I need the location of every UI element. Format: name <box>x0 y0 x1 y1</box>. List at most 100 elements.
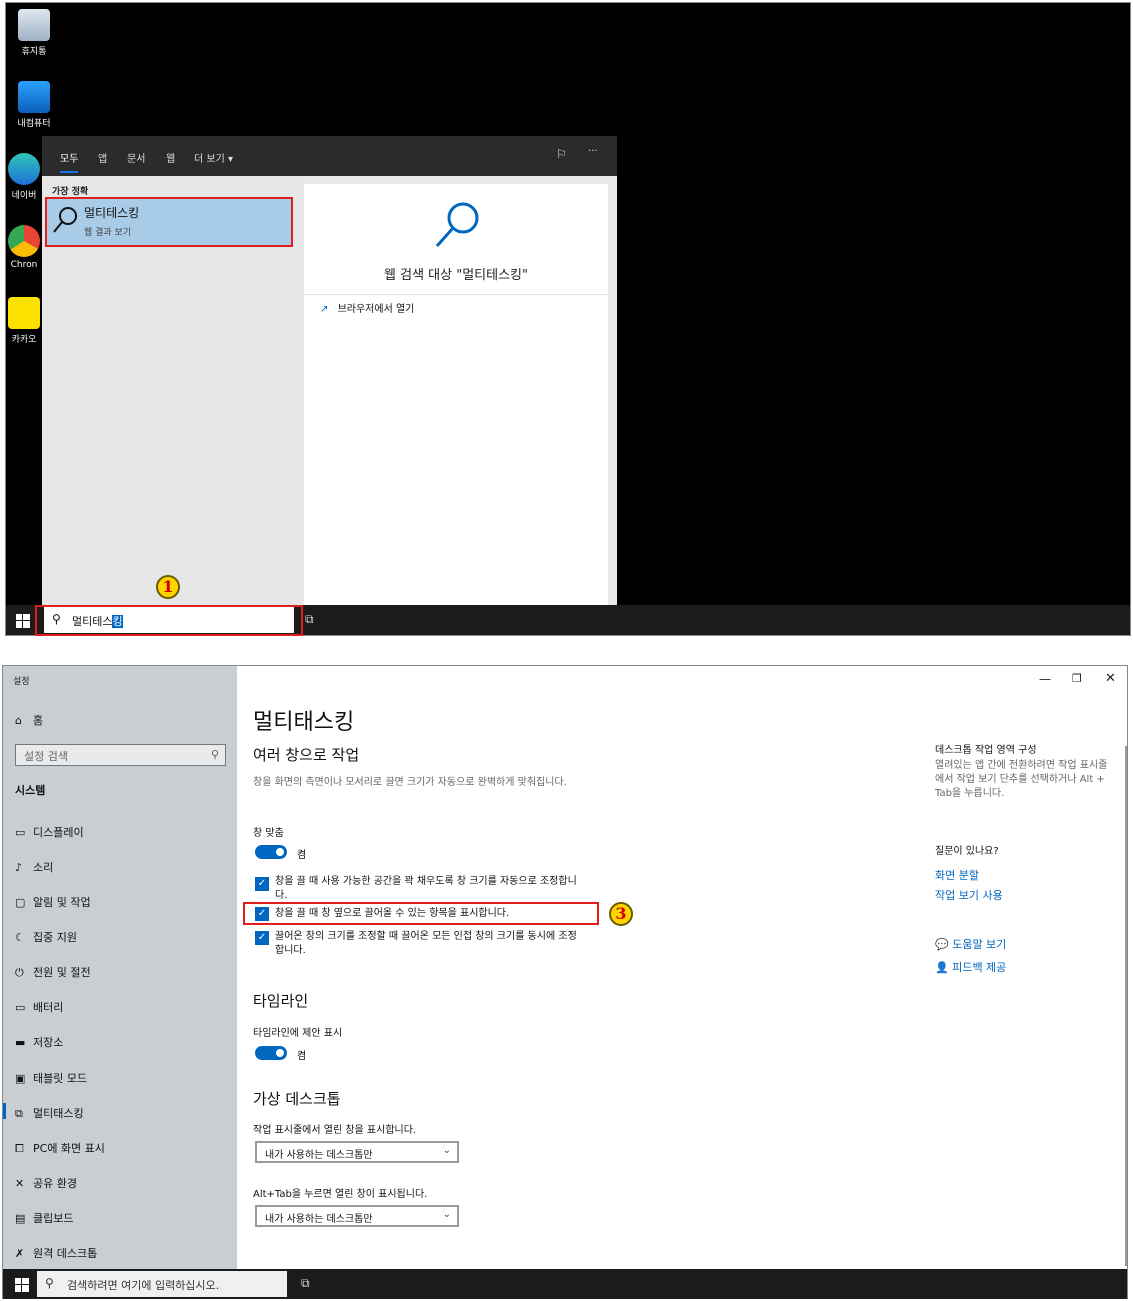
vd-taskbar-label: 작업 표시줄에서 열린 창을 표시합니다. <box>253 1125 417 1136</box>
chevron-down-icon: ⌄ <box>442 1145 451 1156</box>
feedback-link[interactable]: 👤 피드백 제공 <box>935 959 1006 975</box>
timeline-label: 타임라인에 제안 표시 <box>253 1028 343 1039</box>
feedback-icon[interactable]: ⚐ <box>556 147 567 161</box>
sidebar-item-display[interactable]: ▭ 디스플레이 <box>15 824 84 840</box>
page-title: 멀티태스킹 <box>253 710 355 735</box>
active-indicator <box>3 1103 6 1119</box>
chrome-icon <box>8 225 40 257</box>
clipboard-icon: ▤ <box>15 1212 26 1225</box>
computer-icon <box>18 81 50 113</box>
open-in-browser-link[interactable]: ↗ 브라우저에서 열기 <box>320 300 414 315</box>
remote-icon: ✗ <box>15 1247 25 1260</box>
sidebar-item-focus[interactable]: ☾ 집중 지원 <box>15 929 77 945</box>
timeline-toggle-state: 켬 <box>297 1051 307 1062</box>
sidebar-item-notifications[interactable]: ▢ 알림 및 작업 <box>15 894 91 910</box>
sidebar-item-home[interactable]: ⌂ 홈 <box>15 712 43 728</box>
timeline-toggle[interactable] <box>255 1046 287 1060</box>
sidebar-item-sound[interactable]: ♪ 소리 <box>15 859 53 875</box>
annotation-1: 1 <box>156 575 180 599</box>
search-icon: ⚲ <box>45 1276 54 1290</box>
snap-toggle[interactable] <box>255 845 287 859</box>
tab-documents[interactable]: 문서 <box>127 150 145 165</box>
battery-icon: ▭ <box>15 1001 26 1014</box>
tab-web[interactable]: 웹 <box>166 150 175 165</box>
question-heading: 질문이 있나요? <box>935 846 999 857</box>
vd-taskbar-dropdown[interactable]: 내가 사용하는 데스크톱만 ⌄ <box>255 1141 459 1163</box>
settings-sidebar: 설정 ⌂ 홈 설정 검색 ⚲ 시스템 ▭ 디스플레이 ♪ 소리 ▢ 알림 및 작업 ☾ 집… <box>3 666 237 1269</box>
link-split-screen[interactable]: 화면 분할 <box>935 867 979 883</box>
snap-label: 창 맞춤 <box>253 828 284 839</box>
checkbox-auto-size[interactable]: ✓ <box>255 877 269 891</box>
windows-icon <box>15 1278 29 1292</box>
results-column: 가장 정확 멀티테스킹 웹 결과 보기 <box>42 176 302 606</box>
highlight-box-3 <box>243 902 599 925</box>
task-view-icon[interactable]: ⧉ <box>301 1276 310 1291</box>
preview-column: 웹 검색 대상 "멀티테스킹" ↗ 브라우저에서 열기 <box>304 184 608 606</box>
sidebar-item-storage[interactable]: ▬ 저장소 <box>15 1034 63 1050</box>
highlight-box-1 <box>35 605 303 636</box>
snap-heading: 여러 창으로 작업 <box>253 746 360 764</box>
search-icon: ⚲ <box>210 748 219 761</box>
storage-icon: ▬ <box>15 1036 26 1049</box>
best-match-label: 가장 정확 <box>52 187 89 197</box>
window-title: 설정 <box>13 677 30 687</box>
sidebar-item-tablet[interactable]: ▣ 태블릿 모드 <box>15 1070 87 1086</box>
desktop-icon-computer[interactable]: 내컴퓨터 <box>6 81 62 129</box>
taskbar-search-box[interactable]: ⚲ 검색하려면 여기에 입력하십시오. <box>37 1271 287 1297</box>
snap-description: 창을 화면의 측면이나 모서리로 끌면 크기가 자동으로 완벽하게 맞춰집니다. <box>253 777 567 788</box>
help-link[interactable]: 💬 도움말 보기 <box>935 936 1006 952</box>
link-task-view[interactable]: 작업 보기 사용 <box>935 887 1003 903</box>
search-panel: 모두 앱 문서 웹 더 보기 ▾ ⚐ ··· 가장 정확 멀티테스킹 웹 결과 … <box>42 136 617 606</box>
task-view-icon[interactable]: ⧉ <box>305 612 314 627</box>
taskbar: ⚲ 멀티테스킹 ⧉ <box>6 605 1130 636</box>
sidebar-item-battery[interactable]: ▭ 배터리 <box>15 999 63 1015</box>
timeline-heading: 타임라인 <box>253 992 309 1010</box>
home-icon: ⌂ <box>15 714 22 727</box>
recycle-bin-icon <box>18 9 50 41</box>
display-icon: ▭ <box>15 826 26 839</box>
sidebar-item-multitasking[interactable]: ⧉ 멀티태스킹 <box>15 1105 84 1121</box>
more-options-icon[interactable]: ··· <box>588 146 598 157</box>
highlight-box-2 <box>45 197 293 247</box>
checkbox-resize-adjacent-label: 끌어온 창의 크기를 조정할 때 끌어온 모든 인접 창의 크기를 동시에 조정… <box>275 931 577 956</box>
tab-more[interactable]: 더 보기 ▾ <box>194 150 233 165</box>
desktop-screenshot: 휴지통 내컴퓨터 네이버 Chron 카카오 모두 앱 문서 웹 더 보기 ▾ … <box>5 2 1131 636</box>
power-icon: ⏻ <box>15 966 24 979</box>
tablet-icon: ▣ <box>15 1072 26 1085</box>
moon-icon: ☾ <box>15 931 25 944</box>
start-button[interactable] <box>15 1277 29 1296</box>
divider <box>304 294 608 295</box>
checkbox-resize-adjacent[interactable]: ✓ <box>255 931 269 945</box>
whale-browser-icon <box>8 153 40 185</box>
tab-apps[interactable]: 앱 <box>98 150 107 165</box>
virtual-desktops-heading: 가상 데스크톱 <box>253 1090 341 1108</box>
large-search-icon <box>435 202 479 247</box>
sidebar-item-clipboard[interactable]: ▤ 클립보드 <box>15 1210 73 1226</box>
vd-alttab-dropdown[interactable]: 내가 사용하는 데스크톱만 ⌄ <box>255 1205 459 1227</box>
share-icon: ✕ <box>15 1177 25 1190</box>
desktop-icon-kakao[interactable]: 카카오 <box>6 297 42 345</box>
scrollbar[interactable] <box>1125 746 1127 1266</box>
related-heading: 데스크톱 작업 영역 구성 <box>935 745 1037 756</box>
settings-search-input[interactable]: 설정 검색 ⚲ <box>15 744 226 766</box>
sidebar-item-remote[interactable]: ✗ 원격 데스크톱 <box>15 1245 97 1261</box>
taskbar: ⚲ 검색하려면 여기에 입력하십시오. ⧉ <box>3 1269 1127 1299</box>
sidebar-item-power[interactable]: ⏻ 전원 및 절전 <box>15 964 91 980</box>
multitasking-icon: ⧉ <box>15 1107 23 1120</box>
desktop-icon-recycle-bin[interactable]: 휴지통 <box>6 9 62 57</box>
feedback-icon: 👤 <box>935 961 949 974</box>
related-panel: 데스크톱 작업 영역 구성 열려있는 앱 간에 전환하려면 작업 표시줄에서 작… <box>935 666 1125 1269</box>
desktop-icon-whale[interactable]: 네이버 <box>6 153 42 201</box>
tab-all[interactable]: 모두 <box>60 150 79 173</box>
help-icon: 💬 <box>935 938 949 951</box>
start-button[interactable] <box>16 613 30 632</box>
sidebar-item-shared[interactable]: ✕ 공유 환경 <box>15 1175 77 1191</box>
desktop-icon-chrome[interactable]: Chron <box>6 225 42 270</box>
web-search-title: 웹 검색 대상 "멀티테스킹" <box>384 268 528 283</box>
open-external-icon: ↗ <box>320 304 329 315</box>
settings-main: 멀티태스킹 여러 창으로 작업 창을 화면의 측면이나 모서리로 끌면 크기가 … <box>243 666 913 1269</box>
sidebar-item-project[interactable]: ⧠ PC에 화면 표시 <box>15 1140 105 1156</box>
kakaotalk-icon <box>8 297 40 329</box>
search-tabs: 모두 앱 문서 웹 더 보기 ▾ ⚐ ··· <box>42 136 617 176</box>
checkbox-auto-size-label: 창을 끌 때 사용 가능한 공간을 꽉 채우도록 창 크기를 자동으로 조정합니… <box>275 876 577 901</box>
